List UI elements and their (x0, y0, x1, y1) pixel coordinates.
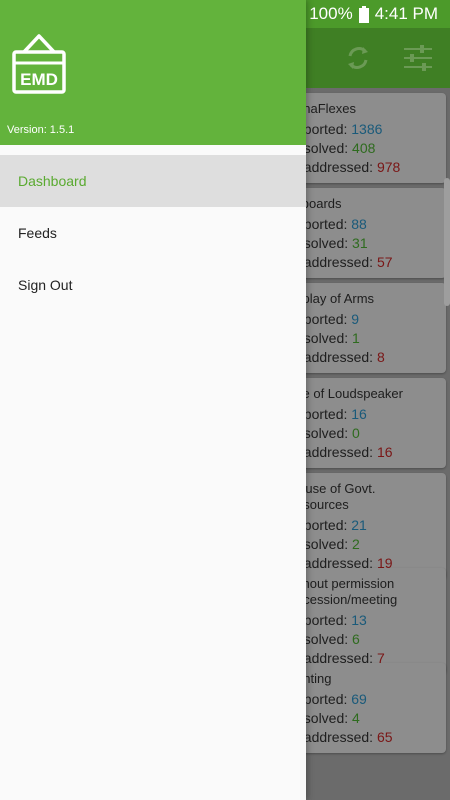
app-version: Version: 1.5.1 (7, 124, 75, 136)
card-title: splay of Arms (296, 291, 375, 306)
reported-count: 21 (351, 517, 367, 533)
battery-percent: 100% (309, 4, 353, 23)
card-title: se of Loudspeaker (296, 386, 403, 401)
resolved-count: 1 (352, 330, 360, 346)
reported-count: 9 (351, 311, 360, 327)
reported-count: 69 (351, 691, 367, 707)
unaddressed-label: naddressed: (296, 444, 374, 460)
resolved-count: 0 (352, 425, 360, 441)
unaddressed-count: 65 (376, 729, 393, 745)
resolved-count: 4 (352, 710, 360, 726)
refresh-icon[interactable] (340, 40, 376, 76)
menu-item-dashboard[interactable]: Dashboard (0, 155, 306, 207)
unaddressed-count: 16 (376, 444, 393, 460)
resolved-count: 2 (352, 536, 360, 552)
reported-count: 1386 (351, 121, 383, 137)
unaddressed-count: 57 (376, 254, 393, 270)
reported-count: 16 (351, 406, 367, 422)
emd-logo: EMD (12, 32, 66, 94)
resolved-count: 6 (352, 631, 360, 647)
card-title: anaFlexes (296, 101, 356, 116)
resolved-count: 31 (352, 235, 368, 251)
menu-item-feeds[interactable]: Feeds (0, 207, 306, 259)
menu-item-label: Dashboard (18, 173, 87, 189)
unaddressed-count: 8 (376, 349, 385, 365)
navigation-drawer: EMD Version: 1.5.1 Dashboard Feeds Sign … (0, 0, 306, 800)
unaddressed-label: naddressed: (296, 254, 374, 270)
drawer-header: EMD Version: 1.5.1 (0, 0, 306, 145)
menu-item-label: Sign Out (18, 277, 73, 293)
card-title: ghting (296, 671, 332, 686)
battery-icon (358, 5, 369, 23)
menu-item-label: Feeds (18, 225, 57, 241)
scrollbar-thumb[interactable] (444, 178, 450, 306)
card-title: isuse of Govt. (296, 481, 376, 496)
reported-count: 13 (351, 612, 367, 628)
unaddressed-label: naddressed: (296, 349, 374, 365)
clock: 4:41 PM (374, 4, 438, 23)
unaddressed-count: 978 (376, 159, 401, 175)
menu-item-sign-out[interactable]: Sign Out (0, 259, 306, 311)
drawer-menu: Dashboard Feeds Sign Out (0, 155, 306, 311)
card-title-line2: ocession/meeting (296, 592, 398, 607)
sliders-icon[interactable] (400, 40, 436, 76)
card-title-line2: esources (296, 497, 349, 512)
resolved-count: 408 (352, 140, 376, 156)
logo-text: EMD (20, 70, 58, 89)
reported-count: 88 (351, 216, 367, 232)
unaddressed-label: naddressed: (296, 159, 374, 175)
card-title: ithout permission (296, 576, 395, 591)
card-title: llboards (296, 196, 342, 211)
unaddressed-label: naddressed: (296, 729, 374, 745)
